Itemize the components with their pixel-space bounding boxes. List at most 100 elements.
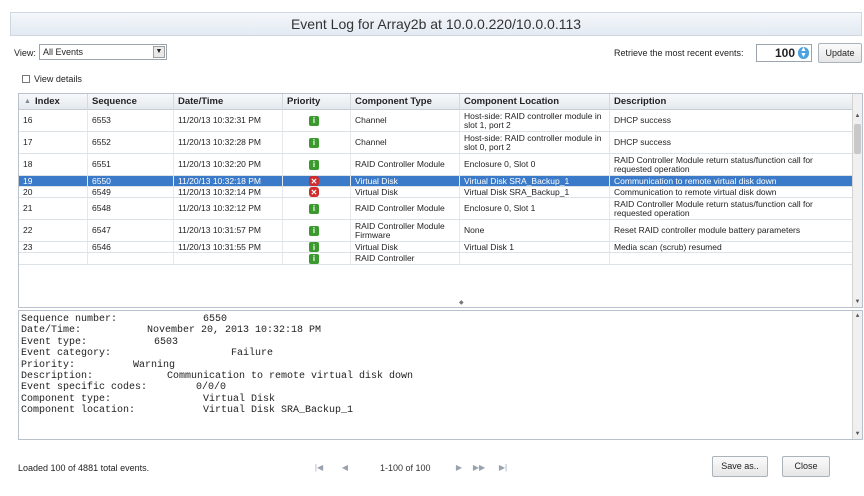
- cell-priority: i: [283, 154, 351, 175]
- cell-index: [19, 253, 88, 264]
- cell-text: Virtual Disk SRA_Backup_1: [464, 175, 570, 186]
- info-icon: i: [309, 159, 319, 170]
- scroll-down-icon[interactable]: ▼: [853, 297, 862, 307]
- cell-text: 11/20/13 10:31:55 PM: [178, 241, 262, 252]
- cell-text: 6550: [92, 175, 111, 186]
- table-row[interactable]: 20 6549 11/20/13 10:32:14 PM ✕ Virtual Disk V…: [19, 187, 853, 198]
- first-page-icon[interactable]: |◀: [312, 461, 326, 475]
- column-header-component-type[interactable]: Component Type: [351, 94, 460, 110]
- cell-description: Reset RAID controller module battery par…: [610, 220, 853, 241]
- resize-handle-icon[interactable]: ◆: [459, 299, 464, 306]
- cell-text: 11/20/13 10:32:12 PM: [178, 203, 262, 213]
- cell-component-location: Virtual Disk 1: [460, 242, 610, 252]
- table-row[interactable]: 19 6550 11/20/13 10:32:18 PM ✕ Virtual Disk V…: [19, 176, 853, 187]
- table-row[interactable]: 21 6548 11/20/13 10:32:12 PM i RAID Controll…: [19, 198, 853, 220]
- scroll-thumb[interactable]: [854, 124, 861, 154]
- cell-text: Enclosure 0, Slot 0: [464, 159, 536, 169]
- cell-sequence: 6552: [88, 132, 174, 153]
- next-page-icon[interactable]: ▶: [452, 461, 466, 475]
- cell-datetime: 11/20/13 10:31:55 PM: [174, 242, 283, 252]
- cell-text: Host-side: RAID controller module in slo…: [464, 110, 602, 130]
- cell-component-location: Host-side: RAID controller module in slo…: [460, 132, 610, 153]
- detail-label: Sequence number:: [21, 314, 118, 325]
- table-row[interactable]: 22 6547 11/20/13 10:31:57 PM i RAID Controll…: [19, 220, 853, 242]
- column-header-priority[interactable]: Priority: [283, 94, 351, 110]
- info-icon: i: [309, 253, 319, 264]
- table-row[interactable]: 23 6546 11/20/13 10:31:55 PM i Virtual Disk V…: [19, 242, 853, 253]
- column-header-sequence[interactable]: Sequence: [88, 94, 174, 110]
- cell-text: 22: [23, 225, 33, 235]
- cell-text: 11/20/13 10:32:14 PM: [178, 186, 262, 197]
- column-header-description[interactable]: Description: [610, 94, 853, 110]
- cell-text: Enclosure 0, Slot 1: [464, 203, 536, 213]
- cell-datetime: 11/20/13 10:32:12 PM: [174, 198, 283, 219]
- table-scrollbar[interactable]: ▲ ▼: [852, 94, 862, 307]
- detail-value: November 20, 2013 10:32:18 PM: [147, 325, 322, 337]
- cell-component-location: None: [460, 220, 610, 241]
- table-row[interactable]: 18 6551 11/20/13 10:32:20 PM i RAID Controll…: [19, 154, 853, 176]
- table-header: ▲ Index Sequence Date/Time Priority Comp…: [19, 94, 853, 110]
- cell-priority: i: [283, 198, 351, 219]
- last-page-icon[interactable]: ▶|: [496, 461, 510, 475]
- detail-label: Event specific codes:: [21, 382, 148, 394]
- update-button[interactable]: Update: [818, 43, 862, 63]
- table-row[interactable]: 16 6553 11/20/13 10:32:31 PM i Channel Host-s…: [19, 110, 853, 132]
- info-icon: i: [309, 242, 319, 252]
- cell-component-location: Virtual Disk SRA_Backup_1: [460, 176, 610, 186]
- view-label: View:: [14, 48, 36, 58]
- info-icon: i: [309, 203, 319, 214]
- cell-component-type: Virtual Disk: [351, 176, 460, 186]
- cell-text: Communication to remote virtual disk dow…: [614, 186, 777, 197]
- detail-line: Event type: 6503: [21, 337, 178, 348]
- cell-datetime: 11/20/13 10:32:20 PM: [174, 154, 283, 175]
- column-header-component-location[interactable]: Component Location: [460, 94, 610, 110]
- view-details-toggle[interactable]: View details: [22, 74, 82, 84]
- status-text: Loaded 100 of 4881 total events.: [18, 463, 150, 473]
- cell-text: 20: [23, 186, 33, 197]
- close-button[interactable]: Close: [782, 456, 830, 477]
- info-icon: i: [309, 115, 319, 126]
- column-header-index[interactable]: ▲ Index: [19, 94, 88, 110]
- detail-label: Component location:: [21, 405, 136, 417]
- view-details-checkbox[interactable]: [22, 75, 30, 83]
- cell-datetime: 11/20/13 10:32:18 PM: [174, 176, 283, 186]
- next-pages-icon[interactable]: ▶▶: [472, 461, 486, 475]
- cell-datetime: 11/20/13 10:32:28 PM: [174, 132, 283, 153]
- scroll-up-icon[interactable]: ▲: [853, 311, 862, 321]
- cell-text: Virtual Disk: [355, 241, 398, 252]
- cell-component-type: RAID Controller Module: [351, 198, 460, 219]
- save-as-button[interactable]: Save as..: [712, 456, 768, 477]
- detail-line: Priority: Warning: [21, 360, 175, 371]
- prev-page-icon[interactable]: ◀: [338, 461, 352, 475]
- column-header-datetime[interactable]: Date/Time: [174, 94, 283, 110]
- detail-value: Failure: [231, 348, 274, 360]
- cell-component-type: RAID Controller Module Firmware: [351, 220, 460, 241]
- spinner-icon[interactable]: ▲ ▼: [798, 46, 809, 59]
- cell-index: 17: [19, 132, 88, 153]
- cell-component-location: [460, 253, 610, 264]
- cell-sequence: [88, 253, 174, 264]
- cell-index: 19: [19, 176, 88, 186]
- scroll-up-icon[interactable]: ▲: [853, 111, 862, 121]
- cell-priority: i: [283, 242, 351, 252]
- cell-text: None: [464, 225, 485, 235]
- chevron-down-icon[interactable]: ▼: [153, 46, 165, 58]
- view-select[interactable]: All Events ▼: [39, 44, 167, 60]
- cell-text: RAID Controller Module return status/fun…: [614, 198, 813, 218]
- retrieve-label: Retrieve the most recent events:: [614, 48, 744, 58]
- table-row[interactable]: 17 6552 11/20/13 10:32:28 PM i Channel Host-s…: [19, 132, 853, 154]
- scroll-down-icon[interactable]: ▼: [853, 429, 862, 439]
- cell-index: 20: [19, 187, 88, 197]
- cell-component-location: Enclosure 0, Slot 0: [460, 154, 610, 175]
- error-icon: ✕: [309, 187, 319, 197]
- cell-priority: i: [283, 110, 351, 131]
- view-select-value: All Events: [43, 47, 84, 57]
- event-details-panel: ▲ ▼ Sequence number: 6550 Date/Time: Novemb…: [18, 310, 863, 440]
- details-scrollbar[interactable]: ▲ ▼: [852, 311, 862, 439]
- cell-text: 6549: [92, 186, 111, 197]
- detail-label: Component type:: [21, 393, 112, 405]
- cell-datetime: 11/20/13 10:32:14 PM: [174, 187, 283, 197]
- retrieve-count-stepper[interactable]: 100 ▲ ▼: [756, 44, 812, 62]
- cell-sequence: 6551: [88, 154, 174, 175]
- table-row[interactable]: i RAID Controller: [19, 253, 853, 265]
